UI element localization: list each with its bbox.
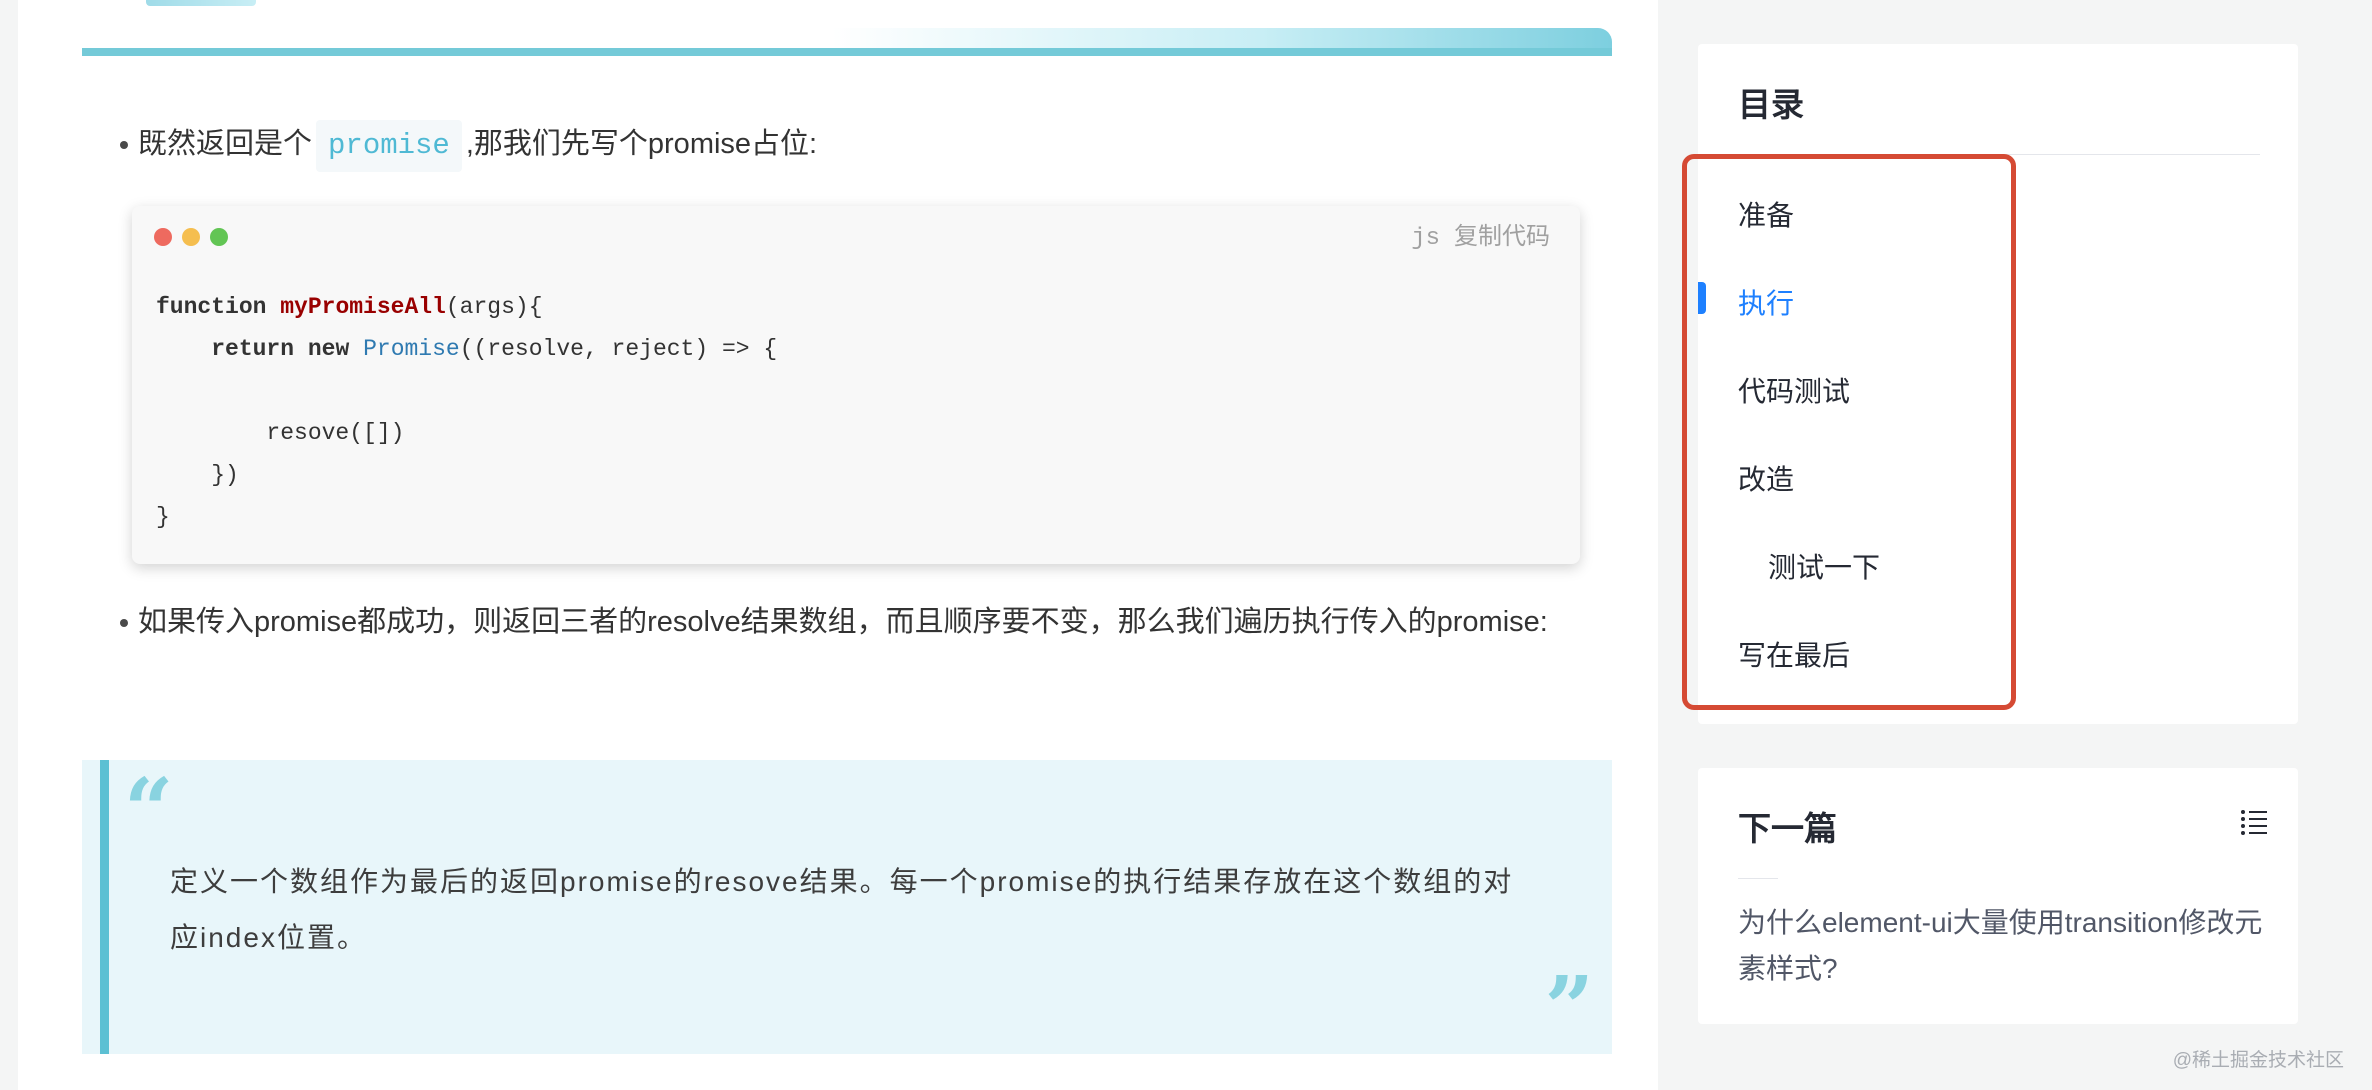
code-body: function myPromiseAll(args){ return new … (156, 286, 777, 538)
code-line: function myPromiseAll(args){ (156, 286, 777, 328)
blockquote: “ 定义一个数组作为最后的返回promise的resove结果。每一个promi… (82, 760, 1612, 1054)
heading-underline (82, 48, 1612, 56)
close-quote-icon: ” (1544, 958, 1594, 1059)
blockquote-bar (100, 760, 109, 1054)
next-divider (1738, 878, 1778, 879)
bullet-dot (120, 619, 128, 627)
bullet-text-after: ,那我们先写个promise占位: (465, 128, 818, 160)
bullet-dot (120, 141, 128, 149)
open-quote-icon: “ (124, 760, 174, 861)
next-article-panel: 下一篇 为什么element-ui大量使用transition修改元素样式? (1698, 768, 2298, 1024)
inline-code-promise: promise (316, 120, 462, 172)
code-meta: js 复制代码 (1411, 216, 1550, 252)
section-heading-cutoff (146, 0, 256, 6)
bullet-text-before: 既然返回是个 (138, 128, 313, 160)
toc-highlight-annotation (1682, 154, 2016, 710)
list-icon[interactable] (2240, 808, 2268, 836)
code-lang-label: js (1411, 225, 1440, 252)
code-token-indent (156, 336, 211, 362)
code-line: } (156, 504, 170, 530)
code-token-text: ((resolve, reject) => { (459, 336, 778, 362)
article-column: 既然返回是个 promise ,那我们先写个promise占位: js 复制代码 fu… (18, 0, 1658, 1090)
copy-code-button[interactable]: 复制代码 (1454, 223, 1550, 250)
toc-title: 目录 (1738, 86, 1804, 123)
code-block: js 复制代码 function myPromiseAll(args){ retu… (132, 206, 1580, 564)
window-dot-yellow (182, 228, 200, 246)
code-token-keyword: function (156, 294, 267, 320)
blockquote-text: 定义一个数组作为最后的返回promise的resove结果。每一个promise… (170, 866, 1514, 953)
list-item-return-promise: 既然返回是个 promise ,那我们先写个promise占位: (120, 118, 1578, 172)
code-token-class: Promise (363, 336, 460, 362)
code-token-function-name: myPromiseAll (280, 294, 446, 320)
code-token-keyword: return (211, 336, 295, 362)
bullet-text: 如果传入promise都成功，则返回三者的resolve结果数组，而且顺序要不变… (138, 606, 1548, 638)
code-token-keyword: new (307, 336, 350, 362)
window-dot-red (154, 228, 172, 246)
site-watermark: @稀土掘金技术社区 (2172, 1050, 2344, 1071)
section-heading-decoration (82, 0, 1612, 56)
code-line: resove([]) (156, 420, 405, 446)
list-item-iterate-promises: 如果传入promise都成功，则返回三者的resolve结果数组，而且顺序要不变… (120, 596, 1578, 648)
next-article-title: 下一篇 (1738, 810, 1837, 847)
code-token-text: (args){ (445, 294, 543, 320)
next-article-link[interactable]: 为什么element-ui大量使用transition修改元素样式? (1738, 900, 2278, 992)
code-line: }) (156, 462, 239, 488)
code-line: return new Promise((resolve, reject) => … (156, 328, 777, 370)
window-dot-green (210, 228, 228, 246)
